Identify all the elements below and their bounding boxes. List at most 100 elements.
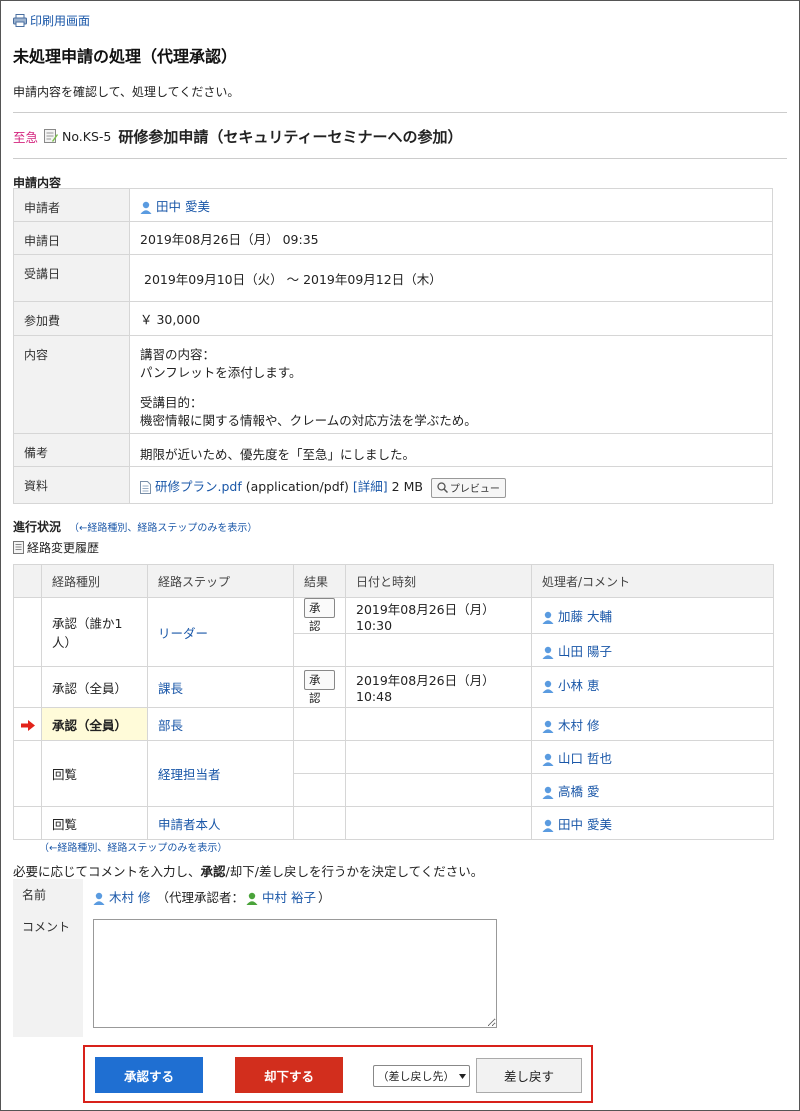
sendback-target-select[interactable]: （差し戻し先）	[373, 1065, 470, 1087]
proxy-user-icon	[246, 892, 258, 905]
content-line: 受講目的：	[140, 395, 203, 410]
content-line: パンフレットを添付します。	[140, 365, 302, 380]
route-history-label: 経路変更履歴	[27, 541, 100, 555]
route-processor: 小林 恵	[531, 666, 774, 708]
route-table-header: 経路種別 経路ステップ 結果 日付と時刻 処理者/コメント	[13, 564, 774, 598]
progress-header: 進行状況 （←経路種別、経路ステップのみを表示）	[13, 518, 257, 535]
processor-name: 加藤 大輔	[557, 609, 612, 624]
request-name: 研修参加申請（セキュリティーセミナーへの参加）	[118, 128, 463, 146]
route-step: 部長	[147, 707, 294, 741]
processor-user-link[interactable]: 木村 修	[542, 718, 599, 733]
page-title: 未処理申請の処理（代理承認）	[13, 47, 238, 66]
preview-button-label: プレビュー	[449, 484, 500, 495]
user-icon	[542, 753, 554, 766]
processor-user-link[interactable]: 高橋 愛	[542, 784, 599, 799]
route-marker-cell	[13, 806, 42, 840]
route-result	[293, 740, 346, 774]
route-datetime: 2019年08月26日（月） 10:48	[345, 666, 532, 708]
print-view-link[interactable]: 印刷用画面	[13, 12, 90, 29]
route-marker-cell	[13, 666, 42, 708]
preview-button[interactable]: プレビュー	[430, 477, 506, 498]
route-result	[293, 806, 346, 840]
route-step: 申請者本人	[147, 806, 294, 840]
route-datetime	[345, 740, 532, 774]
route-type: 回覧	[41, 740, 148, 807]
processor-name: 木村 修	[557, 717, 600, 733]
column-header-marker	[13, 564, 42, 598]
attachment-mime: (application/pdf)	[245, 479, 349, 494]
decision-text-prefix: 必要に応じてコメントを入力し、	[13, 864, 201, 879]
approval-result-badge[interactable]: 承認	[304, 598, 335, 633]
progress-filter-link[interactable]: （←経路種別、経路ステップのみを表示）	[69, 519, 257, 534]
route-step-link[interactable]: 申請者本人	[158, 817, 221, 832]
decision-text-suffix: /却下/差し戻しを行うかを決定してください。	[225, 864, 484, 879]
processor-user-link[interactable]: 山田 陽子	[542, 644, 612, 659]
progress-label: 進行状況	[13, 520, 62, 534]
user-icon	[542, 646, 554, 659]
approver-name: 木村 修	[108, 890, 151, 905]
divider	[13, 158, 787, 159]
detail-row-content: 内容 講習の内容： パンフレットを添付します。 受講目的： 機密情報に関する情報…	[13, 335, 773, 434]
approval-result-badge[interactable]: 承認	[304, 669, 335, 705]
route-result	[293, 633, 346, 667]
route-datetime	[345, 707, 532, 741]
comment-textarea[interactable]	[93, 919, 497, 1028]
route-datetime	[345, 806, 532, 840]
applicant-user-link[interactable]: 田中 愛美	[140, 199, 210, 214]
detail-value: 2019年08月26日（月） 09:35	[129, 221, 773, 255]
route-step-link[interactable]: 課長	[158, 681, 183, 696]
processor-user-link[interactable]: 加藤 大輔	[542, 609, 612, 624]
page-instruction: 申請内容を確認して、処理してください。	[13, 85, 240, 99]
name-label: 名前	[13, 879, 83, 911]
user-icon	[542, 786, 554, 799]
route-step: 経理担当者	[147, 740, 294, 807]
processor-name: 山口 哲也	[557, 750, 612, 766]
route-step-link[interactable]: 部長	[158, 718, 183, 733]
processor-user-link[interactable]: 田中 愛美	[542, 817, 612, 832]
detail-value: ￥ 30,000	[129, 301, 773, 336]
detail-row-applicant: 申請者 田中 愛美	[13, 188, 773, 222]
urgency-badge: 至急	[13, 130, 39, 145]
route-processor: 加藤 大輔	[531, 597, 774, 634]
route-step: リーダー	[147, 597, 294, 667]
decision-text-approve: 承認	[200, 864, 226, 879]
proxy-suffix: ）	[317, 890, 331, 905]
proxy-user-link[interactable]: 中村 裕子	[246, 887, 316, 906]
column-header-step: 経路ステップ	[147, 564, 294, 598]
route-datetime	[345, 773, 532, 807]
column-header-result: 結果	[293, 564, 346, 598]
processor-name: 小林 恵	[557, 678, 600, 693]
detail-row-course-dates: 受講日 2019年09月10日（火） 〜 2019年09月12日（木）	[13, 254, 773, 302]
route-datetime	[345, 633, 532, 667]
approve-button[interactable]: 承認する	[95, 1057, 203, 1093]
approver-user-link[interactable]: 木村 修	[93, 887, 150, 906]
attachment-detail-link[interactable]: [詳細]	[353, 479, 388, 494]
route-history-link[interactable]: 経路変更履歴	[13, 539, 99, 556]
detail-row-date: 申請日 2019年08月26日（月） 09:35	[13, 221, 773, 255]
route-processor: 田中 愛美	[531, 806, 774, 840]
sendback-button[interactable]: 差し戻す	[476, 1058, 582, 1093]
decision-instruction: 必要に応じてコメントを入力し、承認/却下/差し戻しを行うかを決定してください。	[13, 861, 483, 880]
route-filter-footer-link[interactable]: （←経路種別、経路ステップのみを表示）	[39, 839, 227, 854]
magnifier-icon	[437, 482, 448, 493]
route-step-link[interactable]: リーダー	[158, 626, 208, 641]
applicant-name: 田中 愛美	[155, 198, 210, 214]
route-processor: 木村 修	[531, 707, 774, 741]
route-step-link[interactable]: 経理担当者	[158, 767, 221, 782]
detail-label: 備考	[13, 433, 130, 467]
printer-icon	[13, 14, 27, 27]
route-marker-cell	[13, 597, 42, 667]
column-header-processor: 処理者/コメント	[531, 564, 774, 598]
route-datetime: 2019年08月26日（月） 10:30	[345, 597, 532, 634]
reject-button[interactable]: 却下する	[235, 1057, 343, 1093]
sendback-select-value: （差し戻し先）	[377, 1070, 455, 1083]
attachment-file-link[interactable]: 研修プラン.pdf	[155, 479, 242, 494]
content-line: 機密情報に関する情報や、クレームの対応方法を学ぶため。	[140, 413, 477, 428]
detail-value: 講習の内容： パンフレットを添付します。 受講目的： 機密情報に関する情報や、ク…	[129, 335, 773, 434]
route-row: 回覧 経理担当者 山口 哲也	[13, 740, 774, 807]
processor-user-link[interactable]: 小林 恵	[542, 678, 599, 693]
route-type: 回覧	[41, 806, 148, 840]
route-type: 承認（誰か1人）	[41, 597, 148, 667]
processor-user-link[interactable]: 山口 哲也	[542, 751, 612, 766]
route-result: 承認	[293, 666, 346, 708]
